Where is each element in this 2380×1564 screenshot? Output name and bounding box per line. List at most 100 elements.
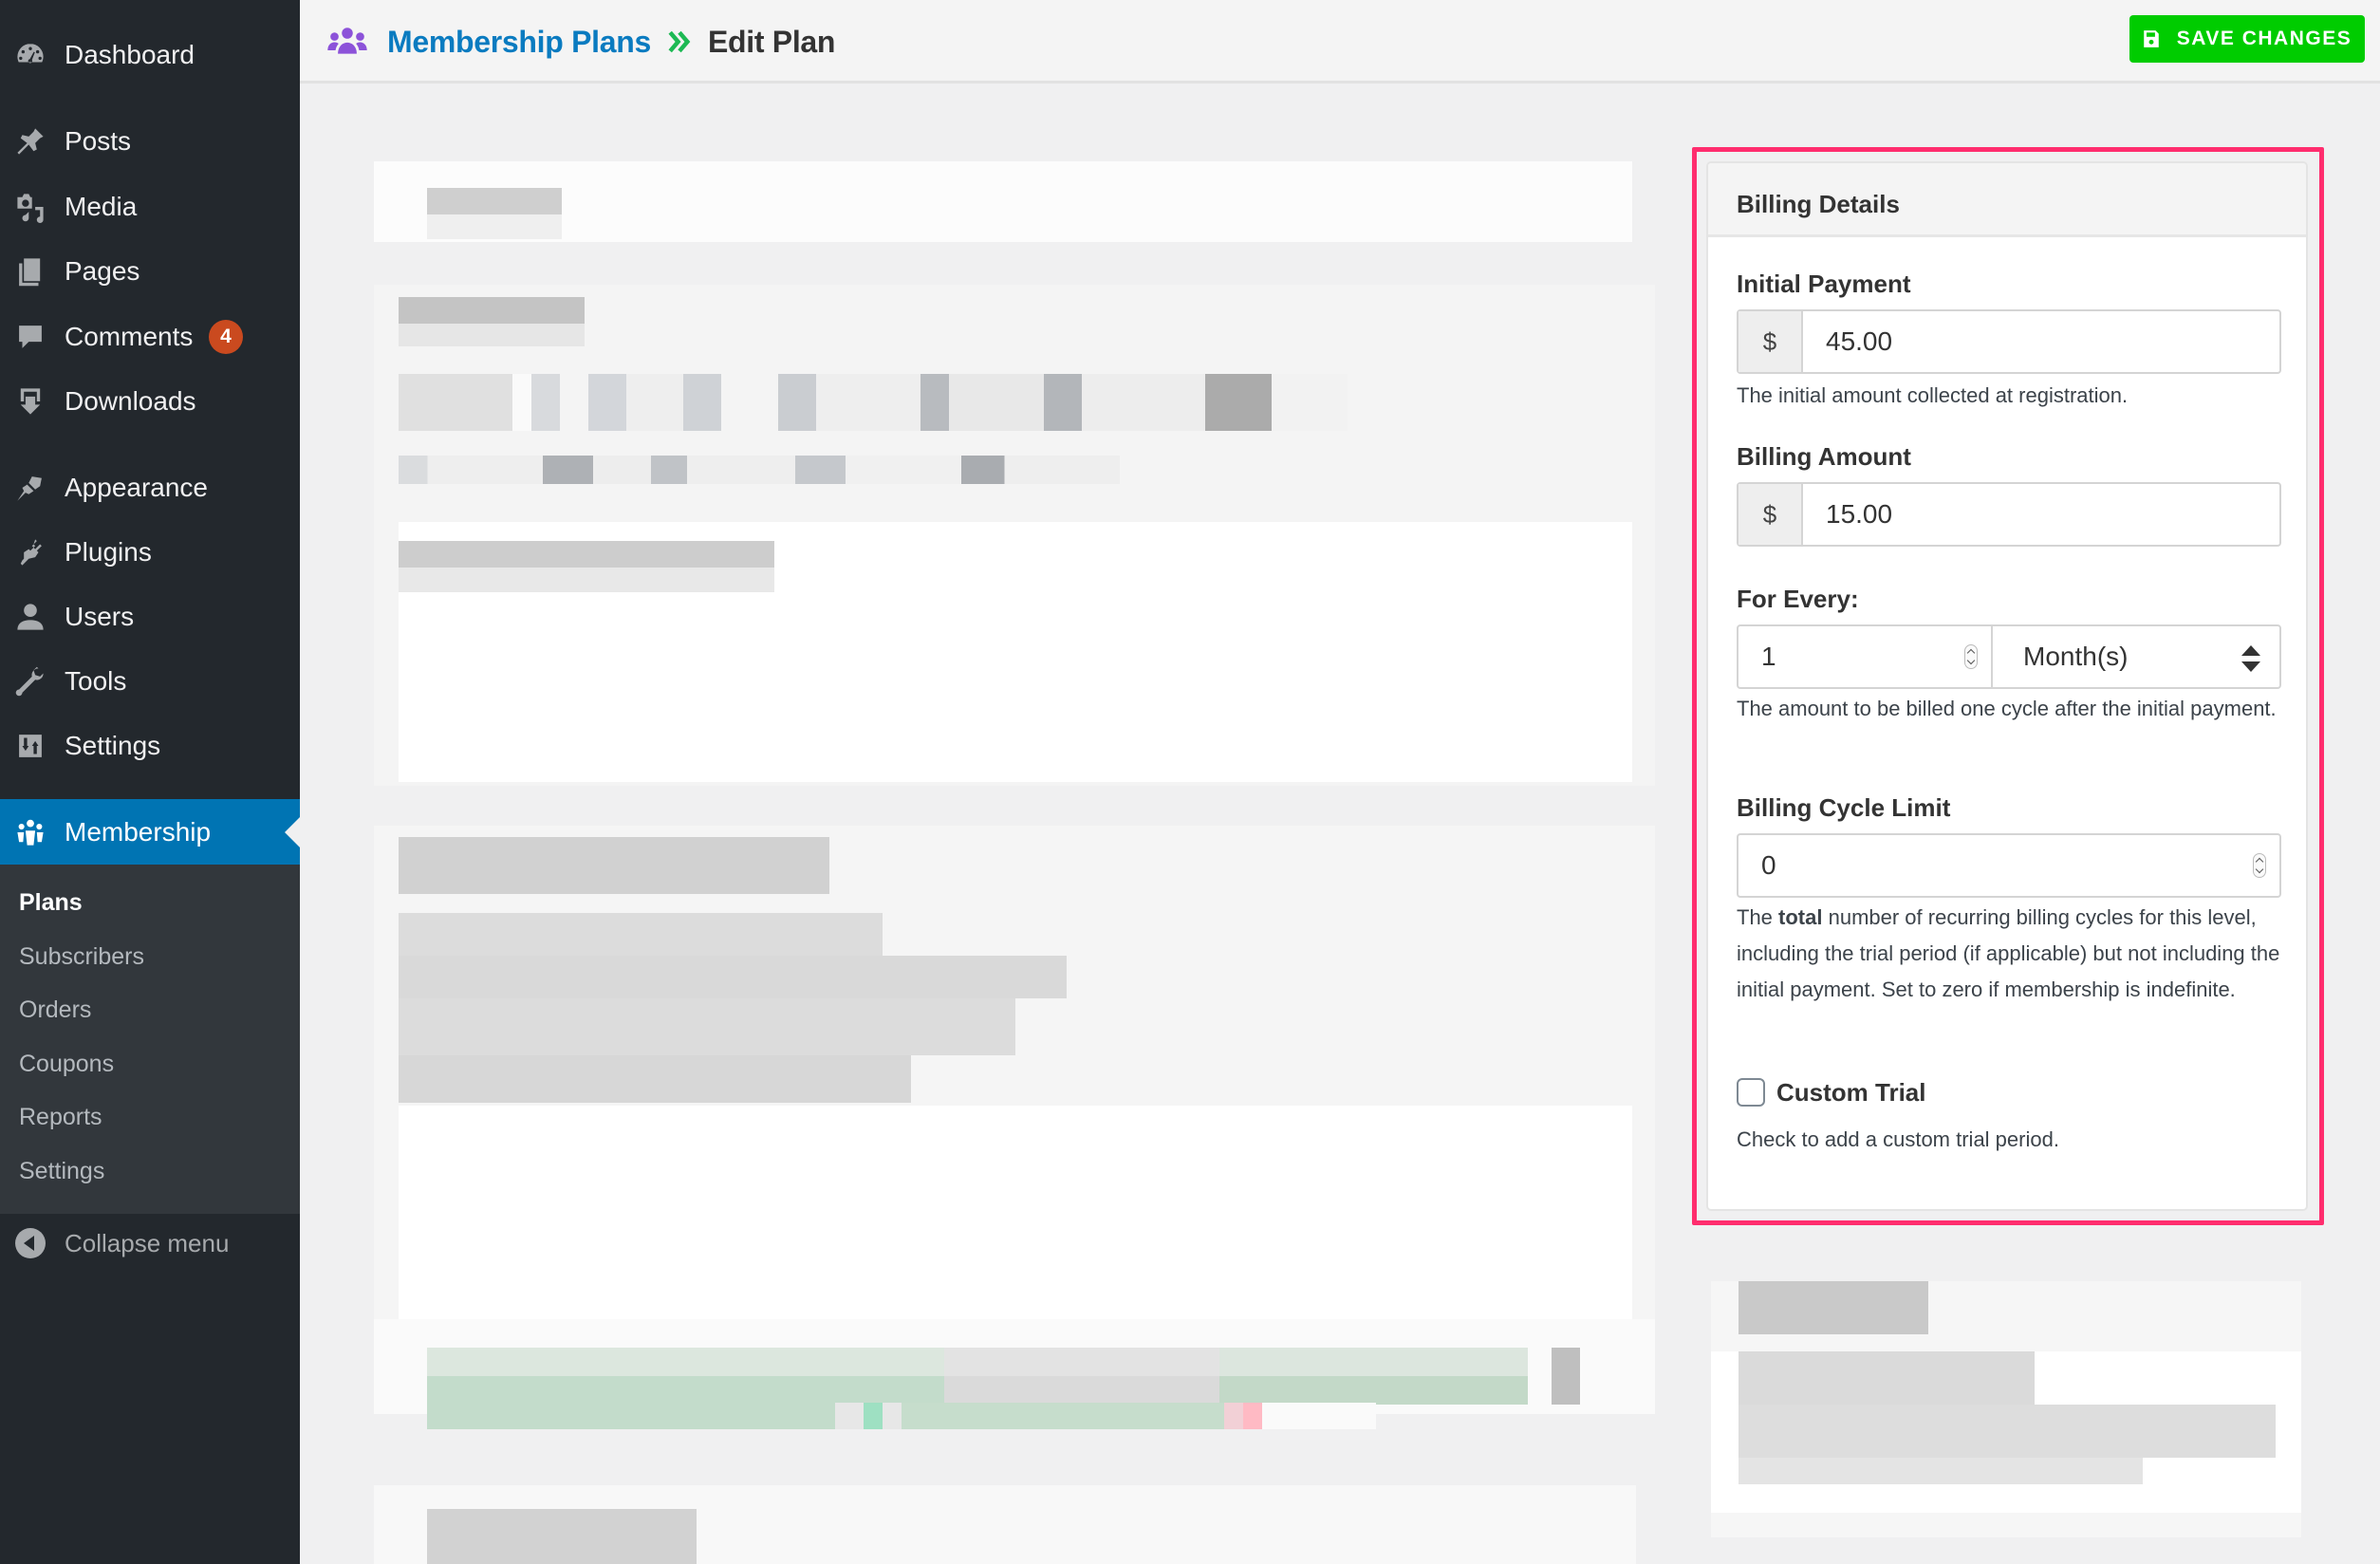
submenu-item-settings[interactable]: Settings — [19, 1158, 104, 1185]
sidebar-item-label: Comments — [65, 322, 194, 351]
blurred-block — [1739, 1351, 2035, 1405]
blurred-block — [399, 913, 883, 956]
sidebar-item-membership[interactable]: Membership — [0, 799, 300, 865]
user-icon — [13, 600, 47, 634]
blurred-block — [399, 1106, 1632, 1333]
save-changes-label: SAVE CHANGES — [2176, 28, 2352, 49]
sidebar-item-label: Dashboard — [65, 40, 195, 69]
sidebar-item-label: Plugins — [65, 537, 152, 567]
submenu-item-plans[interactable]: Plans — [19, 889, 83, 917]
blurred-block — [399, 1055, 911, 1103]
blurred-block — [427, 188, 562, 214]
blurred-block — [1739, 1405, 2276, 1458]
billing-cycle-limit-help: The total number of recurring billing cy… — [1737, 900, 2287, 1008]
collapse-arrow-icon — [15, 1228, 46, 1258]
blurred-block — [399, 324, 585, 346]
blurred-block — [1739, 1458, 2143, 1484]
submenu-item-orders[interactable]: Orders — [19, 996, 91, 1024]
sidebar-item-plugins[interactable]: Plugins — [0, 523, 300, 582]
blurred-block — [399, 568, 774, 592]
wrench-icon — [13, 664, 47, 698]
members-group-icon — [327, 28, 367, 54]
currency-symbol: $ — [1739, 311, 1803, 372]
cycle-number-wrapper — [1739, 626, 1993, 687]
group-icon — [13, 815, 47, 849]
number-spinner[interactable] — [2253, 853, 2266, 878]
blurred-panel — [374, 161, 1632, 242]
blurred-block — [427, 1403, 1376, 1429]
cycle-period-select[interactable]: Month(s) — [1993, 626, 2279, 687]
save-changes-button[interactable]: SAVE CHANGES — [2129, 15, 2365, 63]
blurred-block — [399, 374, 1348, 431]
comment-icon — [13, 320, 47, 354]
sidebar-item-dashboard[interactable]: Dashboard — [0, 26, 300, 84]
sidebar-item-settings[interactable]: Settings — [0, 717, 300, 775]
custom-trial-label[interactable]: Custom Trial — [1776, 1078, 1925, 1108]
blurred-block — [399, 998, 1015, 1055]
billing-cycle-limit-input[interactable] — [1739, 835, 2279, 896]
blurred-block — [399, 956, 1067, 998]
select-arrows-icon — [2241, 645, 2260, 672]
sidebar-item-tools[interactable]: Tools — [0, 652, 300, 711]
submenu-item-subscribers[interactable]: Subscribers — [19, 943, 144, 971]
custom-trial-help: Check to add a custom trial period. — [1737, 1127, 2059, 1151]
initial-payment-field: $ — [1737, 309, 2281, 374]
blurred-block — [399, 456, 1120, 484]
membership-submenu: Plans Subscribers Orders Coupons Reports… — [0, 865, 300, 1214]
collapse-menu-label: Collapse menu — [65, 1228, 230, 1257]
blurred-block — [427, 214, 562, 239]
billing-cycle-limit-label: Billing Cycle Limit — [1737, 793, 1951, 822]
media-icon — [13, 190, 47, 224]
blurred-block — [399, 297, 585, 324]
blurred-block — [427, 1376, 1528, 1405]
breadcrumb: Membership Plans Edit Plan — [326, 21, 835, 63]
plug-icon — [13, 535, 47, 569]
for-every-label: For Every: — [1737, 585, 1859, 613]
currency-symbol: $ — [1739, 484, 1803, 545]
custom-trial-checkbox[interactable] — [1737, 1078, 1765, 1107]
comments-count-badge: 4 — [209, 320, 243, 354]
sidebar-item-label: Downloads — [65, 386, 196, 416]
sidebar-item-comments[interactable]: Comments 4 — [0, 307, 300, 366]
pushpin-icon — [13, 124, 47, 158]
billing-amount-field: $ — [1737, 482, 2281, 547]
sidebar-item-pages[interactable]: Pages — [0, 242, 300, 301]
sidebar-item-media[interactable]: Media — [0, 177, 300, 236]
collapse-menu-button[interactable]: Collapse menu — [0, 1214, 300, 1273]
initial-payment-help: The initial amount collected at registra… — [1737, 383, 2129, 407]
submenu-item-coupons[interactable]: Coupons — [19, 1051, 114, 1078]
billing-amount-input[interactable] — [1803, 484, 2279, 545]
submenu-item-reports[interactable]: Reports — [19, 1104, 102, 1131]
initial-payment-input[interactable] — [1803, 311, 2279, 372]
sidebar-item-label: Media — [65, 192, 138, 221]
settings-sliders-icon — [13, 729, 47, 763]
sidebar-item-label: Membership — [65, 816, 212, 847]
dashboard-icon — [13, 38, 47, 72]
page-header: Membership Plans Edit Plan SAVE CHANGES — [300, 0, 2380, 84]
billing-cycle-limit-field — [1737, 833, 2281, 898]
blurred-block — [1552, 1348, 1580, 1405]
download-icon — [13, 384, 47, 419]
sidebar-item-downloads[interactable]: Downloads — [0, 372, 300, 431]
cycle-number-input[interactable] — [1739, 642, 1991, 672]
number-spinner[interactable] — [1964, 644, 1978, 669]
cycle-period-value: Month(s) — [2023, 642, 2129, 671]
help-text: The — [1737, 905, 1779, 929]
for-every-help: The amount to be billed one cycle after … — [1737, 697, 2277, 720]
page-title: Edit Plan — [707, 24, 836, 59]
floppy-disk-icon — [2143, 30, 2159, 47]
blurred-block — [427, 1348, 1528, 1376]
blurred-block — [399, 837, 829, 894]
sidebar-item-label: Pages — [65, 256, 140, 286]
sidebar-item-label: Appearance — [65, 473, 209, 502]
sidebar-item-label: Users — [65, 602, 135, 631]
breadcrumb-membership-plans-link[interactable]: Membership Plans — [387, 25, 651, 60]
pages-icon — [13, 254, 47, 289]
sidebar-item-posts[interactable]: Posts — [0, 112, 300, 171]
help-text-emphasis: total — [1778, 905, 1823, 929]
admin-sidebar: Dashboard Posts Media Pages Comments 4 D… — [0, 0, 300, 1564]
sidebar-item-users[interactable]: Users — [0, 587, 300, 646]
sidebar-item-appearance[interactable]: Appearance — [0, 458, 300, 517]
billing-amount-label: Billing Amount — [1737, 442, 1911, 471]
sidebar-item-label: Tools — [65, 666, 127, 696]
